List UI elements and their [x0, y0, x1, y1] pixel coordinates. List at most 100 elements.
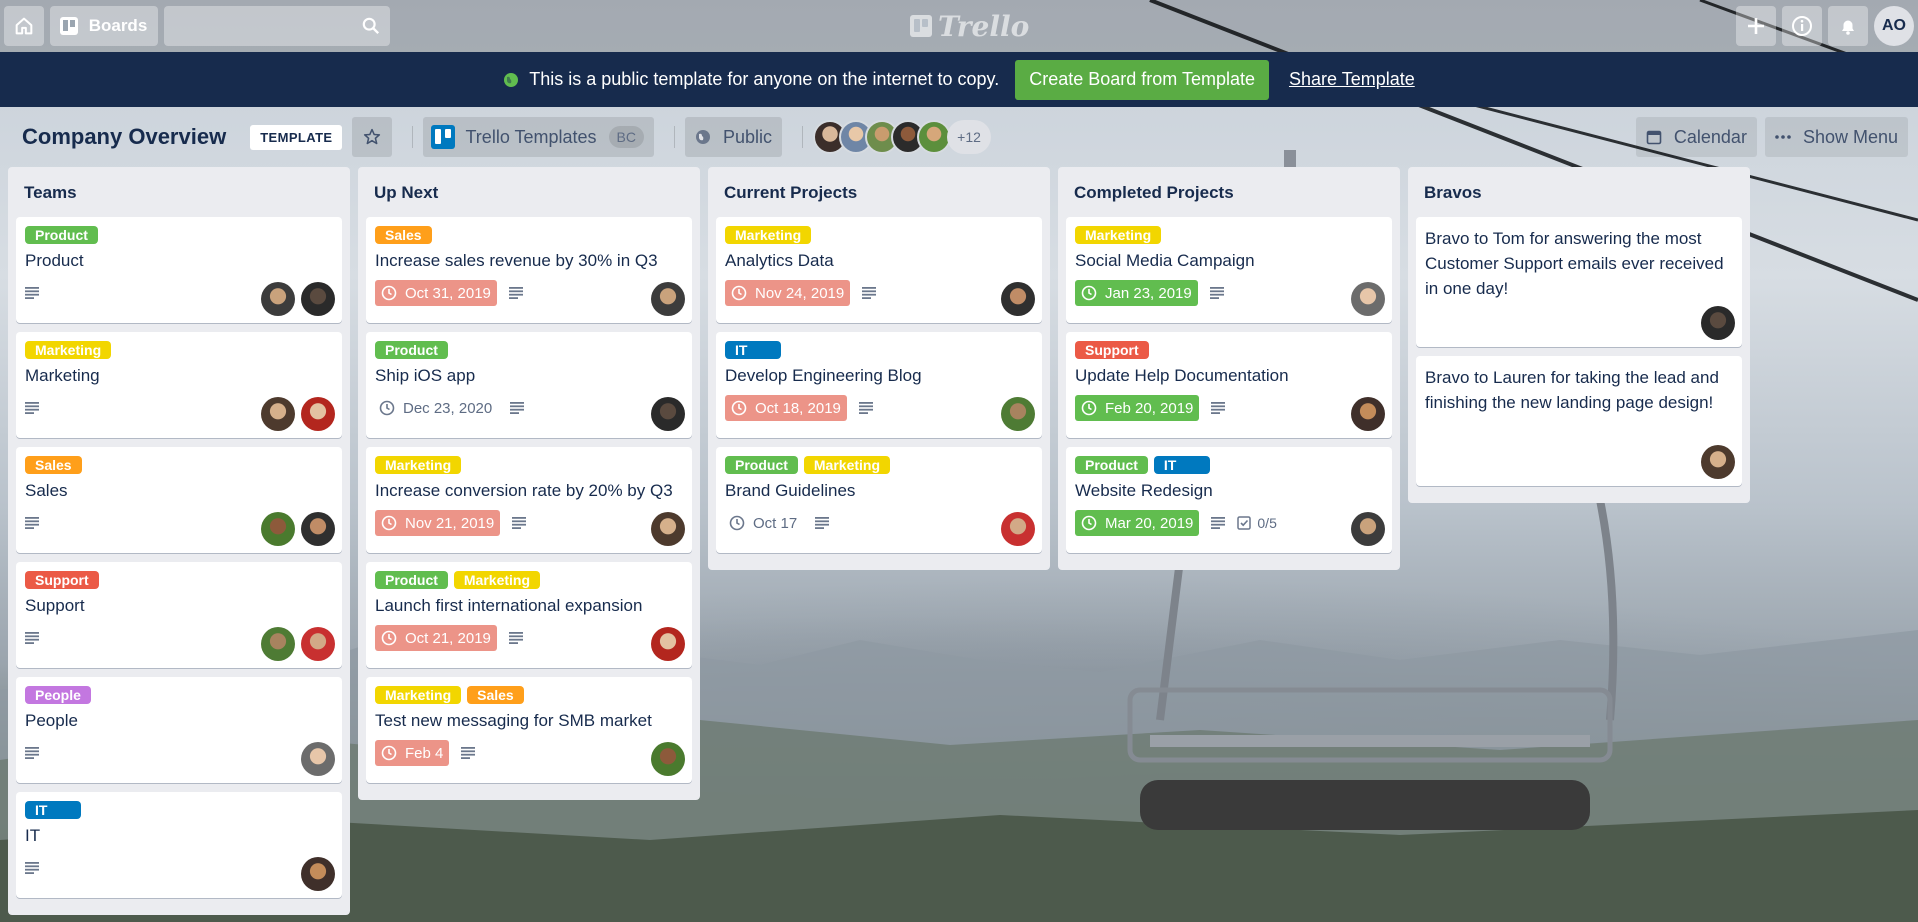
card[interactable]: Product Product [16, 217, 342, 323]
member-avatar[interactable] [917, 120, 952, 154]
label-marketing[interactable]: Marketing [725, 226, 812, 244]
info-button[interactable] [1782, 6, 1822, 46]
card[interactable]: Product Marketing Brand Guidelines Oct 17 [716, 447, 1042, 553]
member-avatar[interactable] [261, 397, 295, 431]
calendar-button[interactable]: Calendar [1635, 117, 1757, 157]
card[interactable]: Marketing Marketing [16, 332, 342, 438]
due-date-badge[interactable]: Feb 4 [375, 740, 450, 766]
more-members-count[interactable]: +12 [947, 120, 992, 154]
card[interactable]: Product Ship iOS app Dec 23, 2020 [366, 332, 692, 438]
label-marketing[interactable]: Marketing [803, 456, 891, 474]
due-date-badge[interactable]: Oct 21, 2019 [375, 625, 497, 651]
label-support[interactable]: Support [1075, 341, 1149, 359]
member-avatar[interactable] [1351, 512, 1385, 546]
label-people[interactable]: People [25, 686, 91, 704]
member-avatar[interactable] [301, 397, 335, 431]
member-avatar[interactable] [301, 282, 335, 316]
due-date-badge[interactable]: Jan 23, 2019 [1075, 280, 1198, 306]
due-date-badge[interactable]: Dec 23, 2020 [375, 395, 498, 421]
list-title[interactable]: Completed Projects [1066, 167, 1392, 217]
board-title[interactable]: Company Overview [22, 124, 226, 150]
label-product[interactable]: Product [1075, 456, 1148, 474]
search-input[interactable] [164, 6, 390, 46]
due-date-badge[interactable]: Feb 20, 2019 [1075, 395, 1200, 421]
due-date-badge[interactable]: Oct 18, 2019 [725, 395, 847, 421]
board-members[interactable]: +12 [813, 120, 992, 154]
card[interactable]: IT IT [16, 792, 342, 898]
due-date-badge[interactable]: Oct 17 [725, 510, 803, 536]
trello-logo[interactable]: Trello [910, 10, 1029, 43]
search-field[interactable] [164, 6, 390, 46]
card[interactable]: People People [16, 677, 342, 783]
label-sales[interactable]: Sales [467, 686, 524, 704]
card[interactable]: Product Marketing Launch first internation… [366, 562, 692, 668]
label-it[interactable]: IT [25, 801, 81, 819]
member-avatar[interactable] [261, 512, 295, 546]
list-title[interactable]: Bravos [1416, 167, 1742, 217]
show-menu-button[interactable]: Show Menu [1764, 117, 1908, 157]
member-avatar[interactable] [301, 857, 335, 891]
member-avatar[interactable] [651, 282, 685, 316]
member-avatar[interactable] [651, 742, 685, 776]
card[interactable]: Support Update Help Documentation Feb 20, … [1066, 332, 1392, 438]
share-template-link[interactable]: Share Template [1289, 69, 1415, 90]
member-avatar[interactable] [1001, 397, 1035, 431]
card[interactable]: Marketing Analytics Data Nov 24, 2019 [716, 217, 1042, 323]
card[interactable]: Marketing Social Media Campaign Jan 23, 20… [1066, 217, 1392, 323]
member-avatar[interactable] [301, 512, 335, 546]
user-avatar[interactable]: AO [1874, 6, 1914, 46]
card[interactable]: Marketing Increase conversion rate by 20%… [366, 447, 692, 553]
star-board-button[interactable] [352, 117, 393, 157]
label-marketing[interactable]: Marketing [375, 686, 462, 704]
member-avatar[interactable] [651, 397, 685, 431]
label-product[interactable]: Product [375, 571, 448, 589]
card[interactable]: Support Support [16, 562, 342, 668]
member-avatar[interactable] [261, 282, 295, 316]
member-avatar[interactable] [1701, 445, 1735, 479]
label-marketing[interactable]: Marketing [1075, 226, 1162, 244]
boards-button[interactable]: Boards [50, 6, 158, 46]
member-avatar[interactable] [301, 742, 335, 776]
card[interactable]: Product IT Website Redesign Mar 20, 2019 0/5 [1066, 447, 1392, 553]
member-avatar[interactable] [1001, 282, 1035, 316]
notifications-button[interactable] [1828, 6, 1868, 46]
card[interactable]: Sales Sales [16, 447, 342, 553]
member-avatar[interactable] [651, 512, 685, 546]
create-board-from-template-button[interactable]: Create Board from Template [1015, 59, 1269, 100]
due-date-badge[interactable]: Mar 20, 2019 [1075, 510, 1200, 536]
card[interactable]: Sales Increase sales revenue by 30% in Q3… [366, 217, 692, 323]
label-product[interactable]: Product [375, 341, 448, 359]
label-product[interactable]: Product [25, 226, 98, 244]
label-it[interactable]: IT [725, 341, 781, 359]
due-date-badge[interactable]: Nov 24, 2019 [725, 280, 851, 306]
due-date-badge[interactable]: Nov 21, 2019 [375, 510, 501, 536]
label-sales[interactable]: Sales [25, 456, 82, 474]
card[interactable]: Bravo to Lauren for taking the lead and … [1416, 356, 1742, 486]
card[interactable]: IT Develop Engineering Blog Oct 18, 2019 [716, 332, 1042, 438]
member-avatar[interactable] [1351, 282, 1385, 316]
member-avatar[interactable] [651, 627, 685, 661]
due-date-badge[interactable]: Oct 31, 2019 [375, 280, 497, 306]
list-title[interactable]: Current Projects [716, 167, 1042, 217]
card[interactable]: Marketing Sales Test new messaging for SMB… [366, 677, 692, 783]
card[interactable]: Bravo to Tom for answering the most Cust… [1416, 217, 1742, 347]
label-marketing[interactable]: Marketing [453, 571, 541, 589]
team-button[interactable]: Trello Templates BC [423, 117, 654, 157]
home-button[interactable] [4, 6, 44, 46]
label-marketing[interactable]: Marketing [25, 341, 112, 359]
search-icon[interactable] [362, 17, 380, 35]
list-title[interactable]: Teams [16, 167, 342, 217]
label-product[interactable]: Product [725, 456, 798, 474]
member-avatar[interactable] [301, 627, 335, 661]
member-avatar[interactable] [1001, 512, 1035, 546]
create-button[interactable] [1736, 6, 1776, 46]
member-avatar[interactable] [1351, 397, 1385, 431]
label-support[interactable]: Support [25, 571, 99, 589]
member-avatar[interactable] [261, 627, 295, 661]
visibility-button[interactable]: Public [685, 117, 783, 157]
member-avatar[interactable] [1701, 306, 1735, 340]
label-it[interactable]: IT [1153, 456, 1210, 474]
list-title[interactable]: Up Next [366, 167, 692, 217]
label-sales[interactable]: Sales [375, 226, 432, 244]
label-marketing[interactable]: Marketing [375, 456, 462, 474]
